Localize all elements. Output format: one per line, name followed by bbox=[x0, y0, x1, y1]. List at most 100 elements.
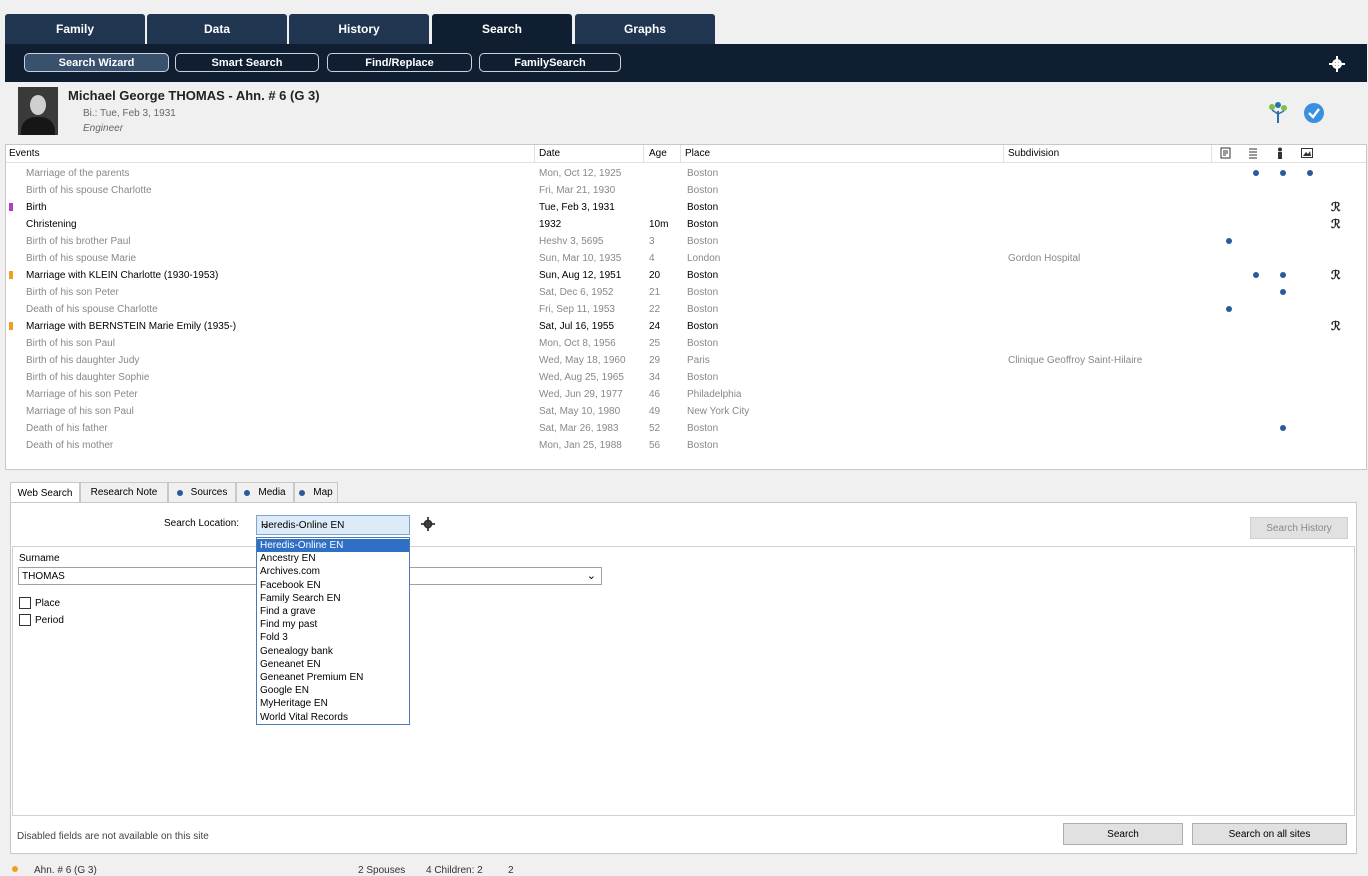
research-status-icon[interactable]: ℛ bbox=[1331, 200, 1345, 214]
event-row[interactable]: Birth of his daughter Judy Wed, May 18, 1… bbox=[6, 352, 1366, 369]
dropdown-option[interactable]: Heredis-Online EN bbox=[257, 539, 409, 552]
tab-data[interactable]: Data bbox=[147, 14, 287, 44]
event-date: Mon, Oct 8, 1956 bbox=[539, 338, 616, 349]
dropdown-option[interactable]: MyHeritage EN bbox=[257, 697, 409, 710]
period-checkbox[interactable] bbox=[19, 614, 31, 626]
event-row[interactable]: Birth of his daughter Sophie Wed, Aug 25,… bbox=[6, 369, 1366, 386]
event-row[interactable]: Birth Tue, Feb 3, 1931 Boston ℛ bbox=[6, 199, 1366, 216]
tab-web-search[interactable]: Web Search bbox=[10, 482, 80, 503]
event-row[interactable]: Birth of his spouse Marie Sun, Mar 10, 19… bbox=[6, 250, 1366, 267]
dropdown-option[interactable]: Facebook EN bbox=[257, 579, 409, 592]
search-history-button[interactable]: Search History bbox=[1250, 517, 1348, 539]
note-icon[interactable] bbox=[1220, 147, 1232, 159]
search-all-sites-button[interactable]: Search on all sites bbox=[1192, 823, 1347, 845]
attachment-dot-icon[interactable] bbox=[1280, 272, 1286, 278]
column-age[interactable]: Age bbox=[649, 148, 667, 159]
event-row[interactable]: Birth of his son Paul Mon, Oct 8, 1956 25 B… bbox=[6, 335, 1366, 352]
tab-history[interactable]: History bbox=[289, 14, 429, 44]
event-row[interactable]: Marriage with BERNSTEIN Marie Emily (193… bbox=[6, 318, 1366, 335]
attachment-dot-icon[interactable] bbox=[1280, 170, 1286, 176]
event-age: 24 bbox=[649, 321, 661, 332]
attachment-dot-icon[interactable] bbox=[1253, 170, 1259, 176]
tab-graphs[interactable]: Graphs bbox=[575, 14, 715, 44]
event-date: Mon, Jan 25, 1988 bbox=[539, 440, 622, 451]
familysearch-button[interactable]: FamilySearch bbox=[479, 53, 621, 72]
attachment-dot-icon[interactable] bbox=[1280, 425, 1286, 431]
event-place: Boston bbox=[687, 372, 719, 383]
gear-icon[interactable] bbox=[1329, 56, 1345, 72]
dropdown-option[interactable]: World Vital Records bbox=[257, 711, 409, 724]
research-status-icon[interactable]: ℛ bbox=[1331, 319, 1345, 333]
source-icon[interactable] bbox=[1247, 147, 1259, 159]
attachment-dot-icon[interactable] bbox=[1226, 306, 1232, 312]
column-subdivision[interactable]: Subdivision bbox=[1008, 148, 1059, 159]
tab-sources[interactable]: Sources bbox=[168, 482, 236, 502]
attachment-dot-icon[interactable] bbox=[1253, 272, 1259, 278]
dropdown-option[interactable]: Find my past bbox=[257, 618, 409, 631]
research-status-icon[interactable]: ℛ bbox=[1331, 268, 1345, 282]
attachment-dot-icon[interactable] bbox=[1280, 289, 1286, 295]
dropdown-option[interactable]: Ancestry EN bbox=[257, 552, 409, 565]
search-location-label: Search Location: bbox=[164, 518, 240, 529]
column-date[interactable]: Date bbox=[539, 148, 560, 159]
dropdown-option-label: Ancestry EN bbox=[260, 553, 316, 565]
event-row[interactable]: Marriage of his son Paul Sat, May 10, 198… bbox=[6, 403, 1366, 420]
smart-search-button[interactable]: Smart Search bbox=[175, 53, 319, 72]
event-row[interactable]: Death of his spouse Charlotte Fri, Sep 11… bbox=[6, 301, 1366, 318]
dropdown-option[interactable]: Genealogy bank bbox=[257, 645, 409, 658]
dropdown-option[interactable]: Google EN bbox=[257, 684, 409, 697]
dropdown-option[interactable]: Family Search EN bbox=[257, 592, 409, 605]
event-row[interactable]: Death of his father Sat, Mar 26, 1983 52 Bo… bbox=[6, 420, 1366, 437]
event-row[interactable]: Marriage with KLEIN Charlotte (1930-1953… bbox=[6, 267, 1366, 284]
search-location-select[interactable]: Heredis-Online EN ⌄ bbox=[256, 515, 410, 535]
dropdown-option[interactable]: Geneanet Premium EN bbox=[257, 671, 409, 684]
event-place: Boston bbox=[687, 236, 719, 247]
event-row[interactable]: Death of his mother Mon, Jan 25, 1988 56 Bo… bbox=[6, 437, 1366, 454]
status-spouses: 2 Spouses bbox=[358, 865, 406, 876]
dropdown-option[interactable]: Archives.com bbox=[257, 565, 409, 578]
tab-map[interactable]: Map bbox=[294, 482, 338, 502]
tab-search[interactable]: Search bbox=[432, 14, 572, 44]
event-place: Boston bbox=[687, 338, 719, 349]
chevron-down-icon[interactable]: ⌄ bbox=[587, 569, 596, 582]
event-date: 1932 bbox=[539, 219, 562, 230]
family-tree-icon[interactable] bbox=[1266, 101, 1290, 123]
tab-family[interactable]: Family bbox=[5, 14, 145, 44]
attachment-dot-icon[interactable] bbox=[1307, 170, 1313, 176]
check-icon[interactable] bbox=[1303, 102, 1325, 124]
person-photo[interactable] bbox=[18, 87, 58, 135]
tab-media[interactable]: Media bbox=[236, 482, 294, 502]
find-replace-button[interactable]: Find/Replace bbox=[327, 53, 472, 72]
event-place: Boston bbox=[687, 168, 719, 179]
media-icon[interactable] bbox=[1301, 147, 1313, 159]
dropdown-option-label: World Vital Records bbox=[260, 711, 348, 723]
event-row[interactable]: Birth of his son Peter Sat, Dec 6, 1952 21… bbox=[6, 284, 1366, 301]
event-name: Death of his spouse Charlotte bbox=[26, 304, 158, 315]
attachment-dot-icon[interactable] bbox=[1226, 238, 1232, 244]
person-icon[interactable] bbox=[1274, 147, 1286, 159]
event-date: Sat, Jul 16, 1955 bbox=[539, 321, 615, 332]
dropdown-option-label: Geneanet EN bbox=[260, 658, 321, 670]
event-age: 3 bbox=[649, 236, 655, 247]
column-place[interactable]: Place bbox=[685, 148, 710, 159]
research-status-icon[interactable]: ℛ bbox=[1331, 217, 1345, 231]
search-button[interactable]: Search bbox=[1063, 823, 1183, 845]
event-name: Marriage of the parents bbox=[26, 168, 130, 179]
chevron-down-icon: ⌄ bbox=[261, 519, 271, 531]
event-age: 34 bbox=[649, 372, 661, 383]
dropdown-option[interactable]: Geneanet EN bbox=[257, 658, 409, 671]
event-row[interactable]: Birth of his spouse Charlotte Fri, Mar 21… bbox=[6, 182, 1366, 199]
tab-research-note[interactable]: Research Note bbox=[80, 482, 168, 502]
site-settings-gear-icon[interactable] bbox=[421, 517, 435, 531]
place-checkbox[interactable] bbox=[19, 597, 31, 609]
event-row[interactable]: Birth of his brother Paul Heshv 3, 5695 3 B… bbox=[6, 233, 1366, 250]
dropdown-option[interactable]: Find a grave bbox=[257, 605, 409, 618]
event-age: 25 bbox=[649, 338, 661, 349]
event-row[interactable]: Marriage of the parents Mon, Oct 12, 1925… bbox=[6, 165, 1366, 182]
dropdown-option[interactable]: Fold 3 bbox=[257, 631, 409, 644]
column-events[interactable]: Events bbox=[9, 148, 40, 159]
event-row[interactable]: Marriage of his son Peter Wed, Jun 29, 19… bbox=[6, 386, 1366, 403]
event-place: Boston bbox=[687, 202, 719, 213]
search-wizard-button[interactable]: Search Wizard bbox=[24, 53, 169, 72]
event-row[interactable]: Christening 1932 10m Boston ℛ bbox=[6, 216, 1366, 233]
